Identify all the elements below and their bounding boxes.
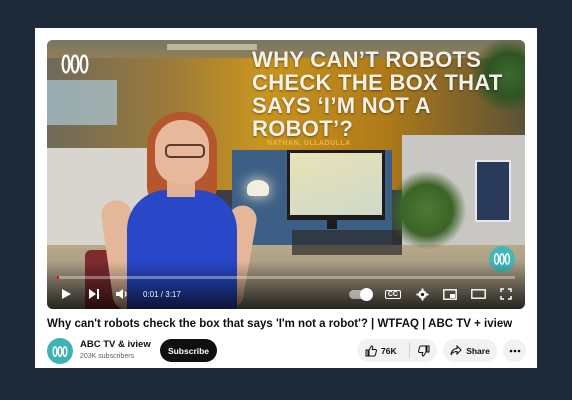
video-overlay-location: NATHAN, ULLADULLA [267, 140, 351, 147]
video-overlay-headline: WHY CAN’T ROBOTS CHECK THE BOX THAT SAYS… [252, 47, 503, 141]
subscribe-button[interactable]: Subscribe [160, 339, 217, 362]
share-button[interactable]: Share [443, 339, 497, 362]
video-title: Why can't robots check the box that says… [47, 318, 513, 330]
channel-name[interactable]: ABC TV & iview [80, 339, 151, 350]
theater-mode-icon[interactable] [469, 285, 487, 303]
more-dots-icon [509, 349, 520, 352]
youtube-video-card: WHY CAN’T ROBOTS CHECK THE BOX THAT SAYS… [35, 28, 537, 368]
like-dislike-group: 76K [357, 339, 437, 362]
play-icon[interactable] [57, 285, 75, 303]
fullscreen-icon[interactable] [497, 285, 515, 303]
video-player[interactable]: WHY CAN’T ROBOTS CHECK THE BOX THAT SAYS… [47, 40, 525, 309]
more-actions-button[interactable] [503, 339, 526, 362]
thumbs-up-icon [365, 344, 377, 356]
like-button[interactable]: 76K [357, 344, 409, 357]
dislike-button[interactable] [410, 345, 437, 357]
share-label: Share [466, 345, 490, 356]
captions-icon[interactable]: CC [384, 289, 401, 299]
next-icon[interactable] [85, 285, 103, 303]
progress-bar-fill [57, 276, 60, 279]
thumbs-down-icon [417, 345, 429, 357]
like-count: 76K [381, 345, 397, 356]
miniplayer-icon[interactable] [441, 285, 459, 303]
abc-logo-icon [61, 54, 89, 74]
progress-bar[interactable] [57, 276, 515, 279]
background-monitor [287, 150, 385, 220]
subscriber-count: 203K subscribers [80, 353, 135, 360]
autoplay-toggle[interactable] [348, 287, 373, 301]
settings-icon[interactable] [413, 285, 431, 303]
channel-avatar[interactable] [47, 338, 73, 364]
time-display: 0:01 / 3:17 [143, 289, 181, 299]
share-arrow-icon [450, 345, 462, 356]
player-controls: 0:01 / 3:17 CC [57, 285, 515, 303]
volume-icon[interactable] [113, 285, 131, 303]
